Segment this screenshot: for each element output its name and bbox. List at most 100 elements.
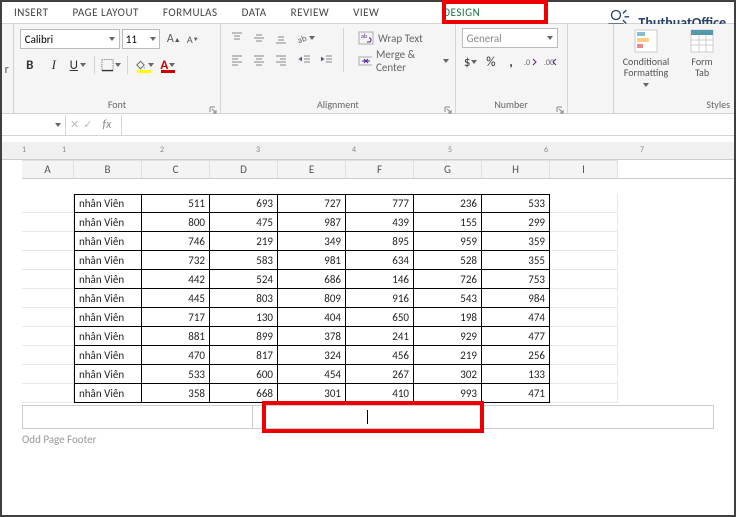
cell-value[interactable]: 777: [346, 194, 414, 213]
cell-value[interactable]: 410: [346, 384, 414, 403]
accounting-format-icon[interactable]: $: [462, 52, 480, 72]
italic-button[interactable]: I: [44, 55, 64, 75]
cell-value[interactable]: 198: [414, 308, 482, 327]
footer-center-section[interactable]: [253, 406, 483, 428]
align-top-icon[interactable]: [227, 28, 247, 48]
cell-value[interactable]: 717: [142, 308, 210, 327]
merge-center-button[interactable]: Merge & Center: [358, 51, 449, 71]
format-as-table-button[interactable]: FormTab: [676, 28, 728, 89]
cell-value[interactable]: 439: [346, 213, 414, 232]
cell-value[interactable]: 324: [278, 346, 346, 365]
cell-value[interactable]: 359: [482, 232, 550, 251]
cell-value[interactable]: 454: [278, 365, 346, 384]
tab-review[interactable]: REVIEW: [279, 2, 342, 23]
cell-value[interactable]: 746: [142, 232, 210, 251]
cell[interactable]: [550, 232, 618, 251]
cell-value[interactable]: 987: [278, 213, 346, 232]
footer-right-section[interactable]: [484, 406, 713, 428]
cell-value[interactable]: 895: [346, 232, 414, 251]
cell-value[interactable]: 456: [346, 346, 414, 365]
increase-font-icon[interactable]: A▲: [165, 29, 183, 49]
cell-value[interactable]: 533: [482, 194, 550, 213]
cell[interactable]: [22, 308, 74, 327]
cell-value[interactable]: 634: [346, 251, 414, 270]
cell-value[interactable]: 355: [482, 251, 550, 270]
align-bottom-icon[interactable]: [271, 28, 291, 48]
cell-label[interactable]: nhân Viên: [74, 194, 142, 213]
cell-value[interactable]: 155: [414, 213, 482, 232]
cell-value[interactable]: 668: [210, 384, 278, 403]
cell[interactable]: [22, 327, 74, 346]
cell-label[interactable]: nhân Viên: [74, 327, 142, 346]
cell-value[interactable]: 686: [278, 270, 346, 289]
cell-value[interactable]: 130: [210, 308, 278, 327]
tab-design[interactable]: DESIGN: [431, 2, 492, 23]
align-center-icon[interactable]: [249, 50, 269, 70]
decrease-decimal-icon[interactable]: .00: [542, 52, 560, 72]
column-header-a[interactable]: A: [22, 160, 74, 178]
percent-format-icon[interactable]: %: [482, 52, 500, 72]
cell-value[interactable]: 732: [142, 251, 210, 270]
cell[interactable]: [550, 270, 618, 289]
cell-value[interactable]: 543: [414, 289, 482, 308]
font-group-launcher-icon[interactable]: [208, 101, 218, 111]
cell-label[interactable]: nhân Viên: [74, 270, 142, 289]
number-format-select[interactable]: General: [462, 28, 558, 48]
tab-page-layout[interactable]: PAGE LAYOUT: [61, 2, 151, 23]
border-button[interactable]: [101, 55, 121, 75]
cell-value[interactable]: 881: [142, 327, 210, 346]
tab-insert[interactable]: INSERT: [2, 2, 61, 23]
cell-value[interactable]: 470: [142, 346, 210, 365]
cell[interactable]: [22, 270, 74, 289]
cell-value[interactable]: 404: [278, 308, 346, 327]
cell-value[interactable]: 474: [482, 308, 550, 327]
number-group-launcher-icon[interactable]: [555, 101, 565, 111]
fill-color-button[interactable]: [134, 55, 154, 75]
cell-value[interactable]: 916: [346, 289, 414, 308]
cell-value[interactable]: 959: [414, 232, 482, 251]
tab-formulas[interactable]: FORMULAS: [151, 2, 230, 23]
footer-area[interactable]: [22, 405, 714, 429]
cell-value[interactable]: 301: [278, 384, 346, 403]
cell[interactable]: [22, 232, 74, 251]
cell-value[interactable]: 600: [210, 365, 278, 384]
cell-value[interactable]: 299: [482, 213, 550, 232]
cell-value[interactable]: 726: [414, 270, 482, 289]
wrap-text-button[interactable]: ab Wrap Text: [358, 28, 449, 48]
cell-value[interactable]: 753: [482, 270, 550, 289]
cell-value[interactable]: 511: [142, 194, 210, 213]
underline-button[interactable]: U: [68, 55, 88, 75]
conditional-formatting-button[interactable]: ConditionalFormatting: [620, 28, 672, 89]
cell-label[interactable]: nhân Viên: [74, 232, 142, 251]
cell-value[interactable]: 528: [414, 251, 482, 270]
cell[interactable]: [550, 384, 618, 403]
cell-value[interactable]: 533: [142, 365, 210, 384]
cell-label[interactable]: nhân Viên: [74, 213, 142, 232]
column-header-h[interactable]: H: [482, 160, 550, 178]
cell-value[interactable]: 378: [278, 327, 346, 346]
cell[interactable]: [22, 346, 74, 365]
align-left-icon[interactable]: [227, 50, 247, 70]
cell-label[interactable]: nhân Viên: [74, 308, 142, 327]
cell-value[interactable]: 800: [142, 213, 210, 232]
cell-value[interactable]: 524: [210, 270, 278, 289]
enter-icon[interactable]: ✓: [83, 118, 92, 131]
cell-value[interactable]: 984: [482, 289, 550, 308]
decrease-font-icon[interactable]: A▼: [184, 29, 202, 49]
cell-value[interactable]: 219: [210, 232, 278, 251]
cell[interactable]: [550, 289, 618, 308]
cell-value[interactable]: 477: [482, 327, 550, 346]
comma-format-icon[interactable]: ,: [502, 52, 520, 72]
cell-value[interactable]: 809: [278, 289, 346, 308]
cell-value[interactable]: 803: [210, 289, 278, 308]
align-middle-icon[interactable]: [249, 28, 269, 48]
column-header-i[interactable]: I: [550, 160, 618, 178]
footer-left-section[interactable]: [23, 406, 253, 428]
cell-value[interactable]: 993: [414, 384, 482, 403]
increase-indent-icon[interactable]: [317, 50, 337, 70]
cell-value[interactable]: 236: [414, 194, 482, 213]
cell-value[interactable]: 445: [142, 289, 210, 308]
column-header-c[interactable]: C: [142, 160, 210, 178]
cell-value[interactable]: 146: [346, 270, 414, 289]
decrease-indent-icon[interactable]: [295, 50, 315, 70]
